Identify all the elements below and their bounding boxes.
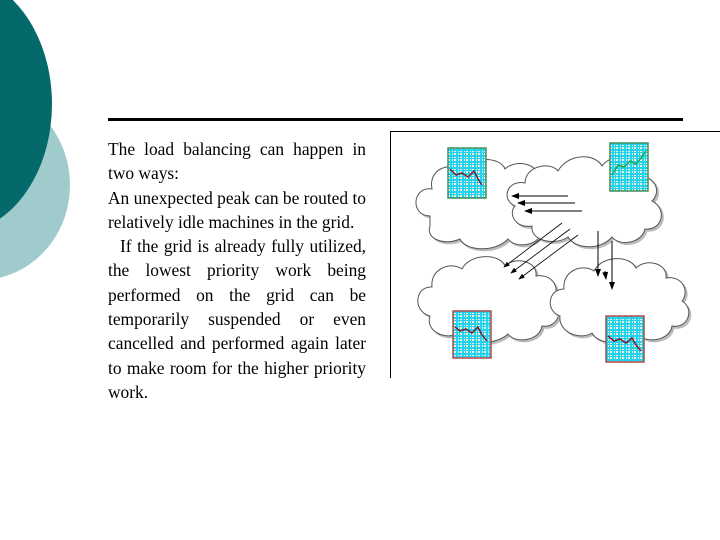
paragraph-peak-routing: An unexpected peak can be routed to rela…: [108, 187, 366, 232]
chart-icon-top-left: [446, 146, 487, 199]
chart-icon-top-right: [608, 141, 649, 192]
chart-icon-bottom-right: [604, 314, 645, 363]
chart-icon-bottom-left: [451, 309, 492, 359]
diagram-canvas: [415, 141, 689, 363]
paragraph-priority-preemption: If the grid is already fully utilized, t…: [108, 236, 366, 402]
paragraph-intro: The load balancing can happen in two way…: [108, 139, 366, 184]
slide-body-text: The load balancing can happen in two way…: [108, 137, 366, 404]
load-balancing-diagram: [390, 131, 720, 378]
title-divider-line: [108, 118, 683, 121]
